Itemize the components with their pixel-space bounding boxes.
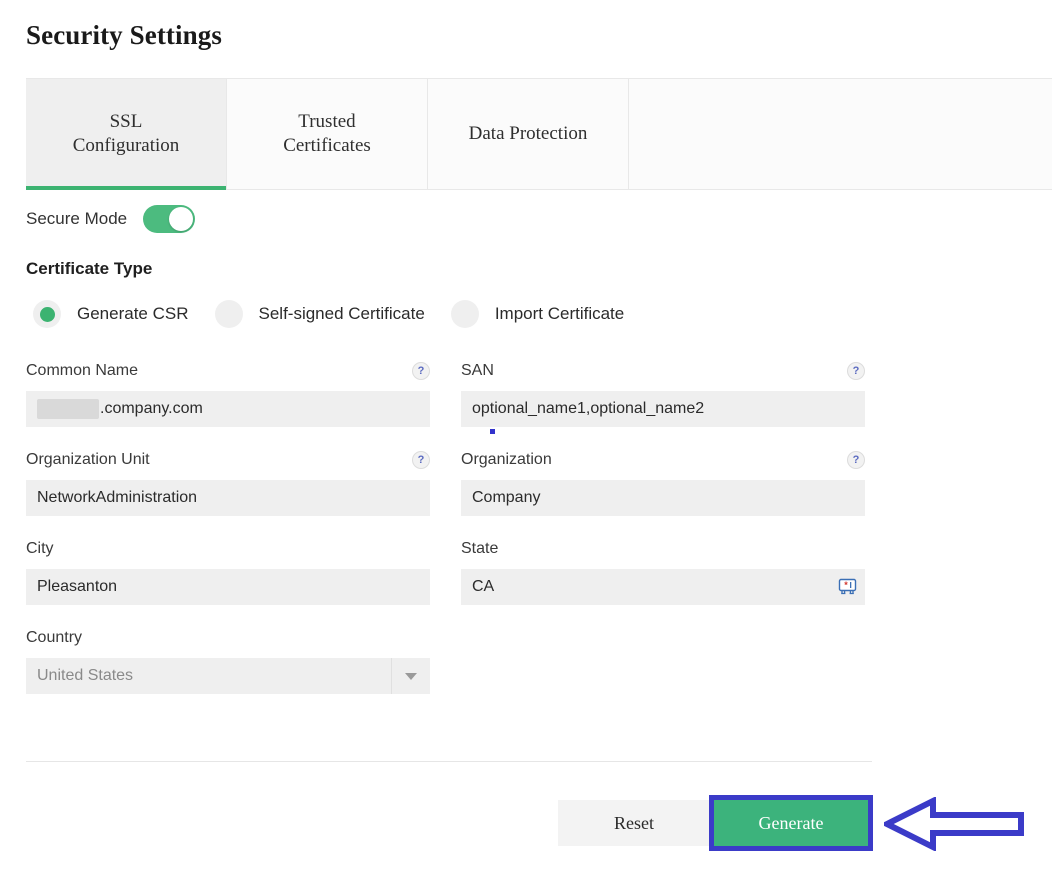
common-name-label-line: Common Name ? xyxy=(26,360,430,382)
help-icon[interactable]: ? xyxy=(412,451,430,469)
tab-ssl-configuration[interactable]: SSL Configuration xyxy=(26,79,227,189)
generate-button[interactable]: Generate xyxy=(710,800,872,846)
country-value: United States xyxy=(37,667,391,685)
tab-data-protection-label: Data Protection xyxy=(469,122,588,146)
radio-generate-csr-icon xyxy=(33,300,61,328)
city-label: City xyxy=(26,540,54,558)
certificate-type-radio-group: Generate CSR Self-signed Certificate Imp… xyxy=(33,300,650,328)
san-value: optional_name1,optional_name2 xyxy=(472,400,704,418)
tab-ssl-configuration-label: SSL Configuration xyxy=(73,110,180,159)
annotation-arrow-left-icon xyxy=(884,797,1024,851)
country-select[interactable]: United States xyxy=(26,658,430,694)
form-row-3: City Pleasanton State CA * xyxy=(26,538,1026,605)
state-input[interactable]: CA * xyxy=(461,569,865,605)
san-input[interactable]: optional_name1,optional_name2 xyxy=(461,391,865,427)
city-value: Pleasanton xyxy=(37,578,117,596)
form-field-san: SAN ? optional_name1,optional_name2 xyxy=(461,360,865,427)
city-input[interactable]: Pleasanton xyxy=(26,569,430,605)
help-icon[interactable]: ? xyxy=(412,362,430,380)
form-row-4: Country United States xyxy=(26,627,1026,694)
organization-value: Company xyxy=(472,489,540,507)
form-field-state: State CA * xyxy=(461,538,865,605)
section-divider xyxy=(26,761,872,762)
organization-unit-label-line: Organization Unit ? xyxy=(26,449,430,471)
radio-self-signed-certificate-icon xyxy=(215,300,243,328)
city-label-line: City xyxy=(26,538,430,560)
tab-data-protection[interactable]: Data Protection xyxy=(428,79,629,189)
svg-text:*: * xyxy=(844,580,848,590)
help-icon[interactable]: ? xyxy=(847,451,865,469)
state-value: CA xyxy=(472,578,494,596)
common-name-value: .company.com xyxy=(100,400,203,418)
tab-trusted-certificates-label: Trusted Certificates xyxy=(283,110,371,159)
radio-self-signed-certificate-label: Self-signed Certificate xyxy=(259,304,425,324)
radio-import-certificate[interactable]: Import Certificate xyxy=(451,300,650,328)
organization-label-line: Organization ? xyxy=(461,449,865,471)
secure-mode-toggle[interactable] xyxy=(143,205,195,233)
secure-mode-row: Secure Mode xyxy=(26,205,195,233)
reset-button[interactable]: Reset xyxy=(558,800,710,846)
form-row-1: Common Name ? .company.com SAN ? optiona… xyxy=(26,360,1026,427)
form-row-2: Organization Unit ? NetworkAdministratio… xyxy=(26,449,1026,516)
csr-form: Common Name ? .company.com SAN ? optiona… xyxy=(26,360,1026,716)
radio-generate-csr[interactable]: Generate CSR xyxy=(33,300,215,328)
country-label: Country xyxy=(26,629,82,647)
certificate-type-label: Certificate Type xyxy=(26,259,152,279)
tab-bar-filler xyxy=(629,79,1052,189)
text-cursor-marker xyxy=(490,429,495,434)
form-field-organization: Organization ? Company xyxy=(461,449,865,516)
state-label-line: State xyxy=(461,538,865,560)
form-field-common-name: Common Name ? .company.com xyxy=(26,360,430,427)
radio-import-certificate-icon xyxy=(451,300,479,328)
organization-unit-value: NetworkAdministration xyxy=(37,489,197,507)
form-field-country: Country United States xyxy=(26,627,430,694)
spellcheck-assist-icon[interactable]: * xyxy=(838,578,857,596)
help-icon[interactable]: ? xyxy=(847,362,865,380)
form-actions: Reset Generate xyxy=(558,800,872,846)
organization-unit-label: Organization Unit xyxy=(26,451,150,469)
radio-generate-csr-label: Generate CSR xyxy=(77,304,189,324)
tab-bar: SSL Configuration Trusted Certificates D… xyxy=(26,78,1052,190)
radio-self-signed-certificate[interactable]: Self-signed Certificate xyxy=(215,300,451,328)
form-field-city: City Pleasanton xyxy=(26,538,430,605)
redacted-value-block xyxy=(37,399,99,419)
organization-input[interactable]: Company xyxy=(461,480,865,516)
secure-mode-label: Secure Mode xyxy=(26,209,127,229)
common-name-input[interactable]: .company.com xyxy=(26,391,430,427)
security-settings-page: Security Settings SSL Configuration Trus… xyxy=(0,0,1052,880)
organization-label: Organization xyxy=(461,451,552,469)
toggle-knob xyxy=(169,207,193,231)
chevron-down-icon[interactable] xyxy=(391,658,430,694)
organization-unit-input[interactable]: NetworkAdministration xyxy=(26,480,430,516)
san-label: SAN xyxy=(461,362,494,380)
radio-import-certificate-label: Import Certificate xyxy=(495,304,624,324)
san-label-line: SAN ? xyxy=(461,360,865,382)
common-name-label: Common Name xyxy=(26,362,138,380)
tab-trusted-certificates[interactable]: Trusted Certificates xyxy=(227,79,428,189)
country-label-line: Country xyxy=(26,627,430,649)
page-title: Security Settings xyxy=(26,20,222,51)
form-field-organization-unit: Organization Unit ? NetworkAdministratio… xyxy=(26,449,430,516)
state-label: State xyxy=(461,540,498,558)
